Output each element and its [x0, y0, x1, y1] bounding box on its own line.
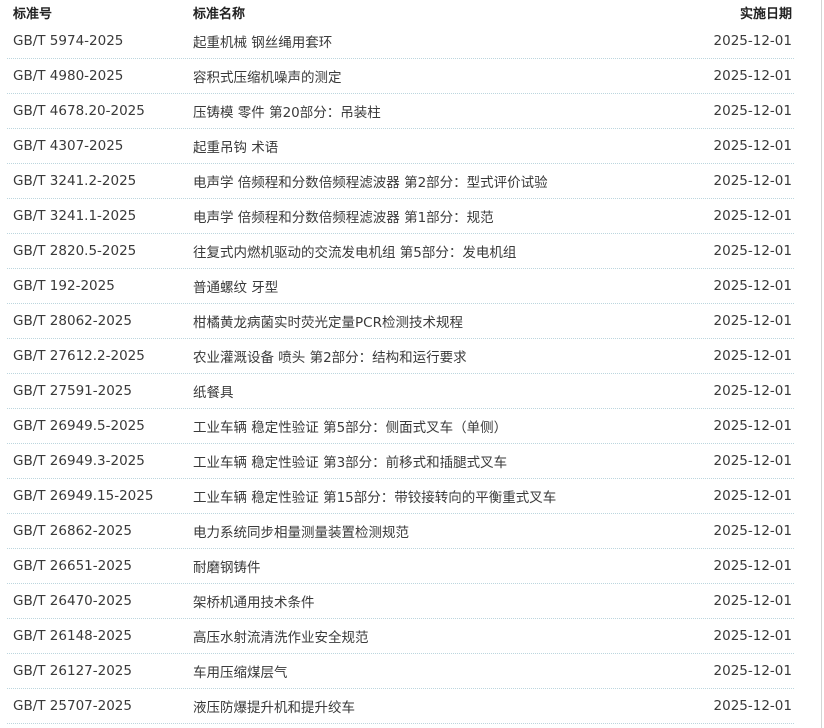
- standard-number: GB/T 27591-2025: [13, 383, 132, 399]
- standard-number: GB/T 2820.5-2025: [13, 243, 137, 259]
- standard-number: GB/T 25707-2025: [13, 698, 132, 714]
- standard-number: GB/T 26949.3-2025: [13, 453, 145, 469]
- implementation-date: 2025-12-01: [713, 173, 792, 189]
- standard-number: GB/T 26651-2025: [13, 558, 132, 574]
- standards-list-panel: 标准号 标准名称 实施日期 GB/T 5974-2025 起重机械 钢丝绳用套环 2…: [0, 0, 822, 728]
- table-row[interactable]: GB/T 26127-2025 车用压缩煤层气 2025-12-01: [7, 654, 794, 689]
- standard-number: GB/T 4307-2025: [13, 138, 124, 154]
- implementation-date: 2025-12-01: [713, 208, 792, 224]
- standard-name-link[interactable]: 车用压缩煤层气: [185, 661, 707, 681]
- table-row[interactable]: GB/T 5974-2025 起重机械 钢丝绳用套环 2025-12-01: [7, 24, 794, 59]
- standard-number: GB/T 4980-2025: [13, 68, 124, 84]
- implementation-date: 2025-12-01: [713, 453, 792, 469]
- standard-name-link[interactable]: 柑橘黄龙病菌实时荧光定量PCR检测技术规程: [185, 311, 707, 331]
- table-row[interactable]: GB/T 192-2025 普通螺纹 牙型 2025-12-01: [7, 269, 794, 304]
- table-header: 标准号 标准名称 实施日期: [7, 0, 794, 24]
- standard-name-link[interactable]: 液压防爆提升机和提升绞车: [185, 696, 707, 716]
- standard-name-link[interactable]: 高压水射流清洗作业安全规范: [185, 626, 707, 646]
- standard-name-link[interactable]: 电力系统同步相量测量装置检测规范: [185, 521, 707, 541]
- standard-name-link[interactable]: 容积式压缩机噪声的测定: [185, 66, 707, 86]
- standard-number: GB/T 5974-2025: [13, 33, 124, 49]
- implementation-date: 2025-12-01: [713, 103, 792, 119]
- implementation-date: 2025-12-01: [713, 138, 792, 154]
- standard-name-link[interactable]: 电声学 倍频程和分数倍频程滤波器 第2部分：型式评价试验: [185, 171, 707, 191]
- standard-name-link[interactable]: 纸餐具: [185, 381, 707, 401]
- table-row[interactable]: GB/T 26949.5-2025 工业车辆 稳定性验证 第5部分：侧面式叉车（单…: [7, 409, 794, 444]
- table-row[interactable]: GB/T 28062-2025 柑橘黄龙病菌实时荧光定量PCR检测技术规程 2025…: [7, 304, 794, 339]
- implementation-date: 2025-12-01: [713, 523, 792, 539]
- table-row[interactable]: GB/T 26148-2025 高压水射流清洗作业安全规范 2025-12-01: [7, 619, 794, 654]
- standard-name-link[interactable]: 农业灌溉设备 喷头 第2部分：结构和运行要求: [185, 346, 707, 366]
- implementation-date: 2025-12-01: [713, 313, 792, 329]
- table-row[interactable]: GB/T 26651-2025 耐磨钢铸件 2025-12-01: [7, 549, 794, 584]
- header-standard-name: 标准名称: [193, 6, 246, 22]
- standard-number: GB/T 26470-2025: [13, 593, 132, 609]
- implementation-date: 2025-12-01: [713, 558, 792, 574]
- implementation-date: 2025-12-01: [713, 243, 792, 259]
- table-row[interactable]: GB/T 4307-2025 起重吊钩 术语 2025-12-01: [7, 129, 794, 164]
- standard-name-link[interactable]: 压铸模 零件 第20部分：吊装柱: [185, 101, 707, 121]
- standard-number: GB/T 26862-2025: [13, 523, 132, 539]
- table-row[interactable]: GB/T 26862-2025 电力系统同步相量测量装置检测规范 2025-12-0…: [7, 514, 794, 549]
- implementation-date: 2025-12-01: [713, 348, 792, 364]
- table-row[interactable]: GB/T 26470-2025 架桥机通用技术条件 2025-12-01: [7, 584, 794, 619]
- standard-number: GB/T 26949.15-2025: [13, 488, 154, 504]
- table-row[interactable]: GB/T 27612.2-2025 农业灌溉设备 喷头 第2部分：结构和运行要求 2…: [7, 339, 794, 374]
- implementation-date: 2025-12-01: [713, 698, 792, 714]
- table-row[interactable]: GB/T 27591-2025 纸餐具 2025-12-01: [7, 374, 794, 409]
- table-row[interactable]: GB/T 4980-2025 容积式压缩机噪声的测定 2025-12-01: [7, 59, 794, 94]
- implementation-date: 2025-12-01: [713, 488, 792, 504]
- standard-number: GB/T 26949.5-2025: [13, 418, 145, 434]
- standard-number: GB/T 3241.2-2025: [13, 173, 137, 189]
- standard-name-link[interactable]: 普通螺纹 牙型: [185, 276, 707, 296]
- implementation-date: 2025-12-01: [713, 628, 792, 644]
- standard-name-link[interactable]: 工业车辆 稳定性验证 第3部分：前移式和插腿式叉车: [185, 451, 707, 471]
- implementation-date: 2025-12-01: [713, 33, 792, 49]
- table-row[interactable]: GB/T 4678.20-2025 压铸模 零件 第20部分：吊装柱 2025-12…: [7, 94, 794, 129]
- standard-name-link[interactable]: 起重机械 钢丝绳用套环: [185, 31, 707, 51]
- table-row[interactable]: GB/T 26949.15-2025 工业车辆 稳定性验证 第15部分：带铰接转向…: [7, 479, 794, 514]
- standard-number: GB/T 192-2025: [13, 278, 115, 294]
- implementation-date: 2025-12-01: [713, 68, 792, 84]
- implementation-date: 2025-12-01: [713, 593, 792, 609]
- standard-number: GB/T 28062-2025: [13, 313, 132, 329]
- standard-name-link[interactable]: 架桥机通用技术条件: [185, 591, 707, 611]
- table-body: GB/T 5974-2025 起重机械 钢丝绳用套环 2025-12-01 GB/T …: [7, 24, 794, 724]
- implementation-date: 2025-12-01: [713, 418, 792, 434]
- implementation-date: 2025-12-01: [713, 663, 792, 679]
- table-row[interactable]: GB/T 3241.2-2025 电声学 倍频程和分数倍频程滤波器 第2部分：型式…: [7, 164, 794, 199]
- standard-name-link[interactable]: 工业车辆 稳定性验证 第15部分：带铰接转向的平衡重式叉车: [185, 486, 707, 506]
- table-row[interactable]: GB/T 2820.5-2025 往复式内燃机驱动的交流发电机组 第5部分：发电机…: [7, 234, 794, 269]
- header-implementation-date: 实施日期: [739, 6, 792, 22]
- standards-table: 标准号 标准名称 实施日期 GB/T 5974-2025 起重机械 钢丝绳用套环 2…: [7, 0, 794, 724]
- standard-name-link[interactable]: 电声学 倍频程和分数倍频程滤波器 第1部分：规范: [185, 206, 707, 226]
- standard-number: GB/T 26148-2025: [13, 628, 132, 644]
- implementation-date: 2025-12-01: [713, 278, 792, 294]
- standard-name-link[interactable]: 起重吊钩 术语: [185, 136, 707, 156]
- standard-number: GB/T 3241.1-2025: [13, 208, 137, 224]
- standard-number: GB/T 27612.2-2025: [13, 348, 145, 364]
- standard-name-link[interactable]: 工业车辆 稳定性验证 第5部分：侧面式叉车（单侧）: [185, 416, 707, 436]
- standard-name-link[interactable]: 往复式内燃机驱动的交流发电机组 第5部分：发电机组: [185, 241, 707, 261]
- table-row[interactable]: GB/T 26949.3-2025 工业车辆 稳定性验证 第3部分：前移式和插腿式…: [7, 444, 794, 479]
- header-standard-number: 标准号: [13, 6, 53, 22]
- standard-number: GB/T 4678.20-2025: [13, 103, 145, 119]
- standard-number: GB/T 26127-2025: [13, 663, 132, 679]
- table-row[interactable]: GB/T 3241.1-2025 电声学 倍频程和分数倍频程滤波器 第1部分：规范…: [7, 199, 794, 234]
- standard-name-link[interactable]: 耐磨钢铸件: [185, 556, 707, 576]
- table-row[interactable]: GB/T 25707-2025 液压防爆提升机和提升绞车 2025-12-01: [7, 689, 794, 724]
- implementation-date: 2025-12-01: [713, 383, 792, 399]
